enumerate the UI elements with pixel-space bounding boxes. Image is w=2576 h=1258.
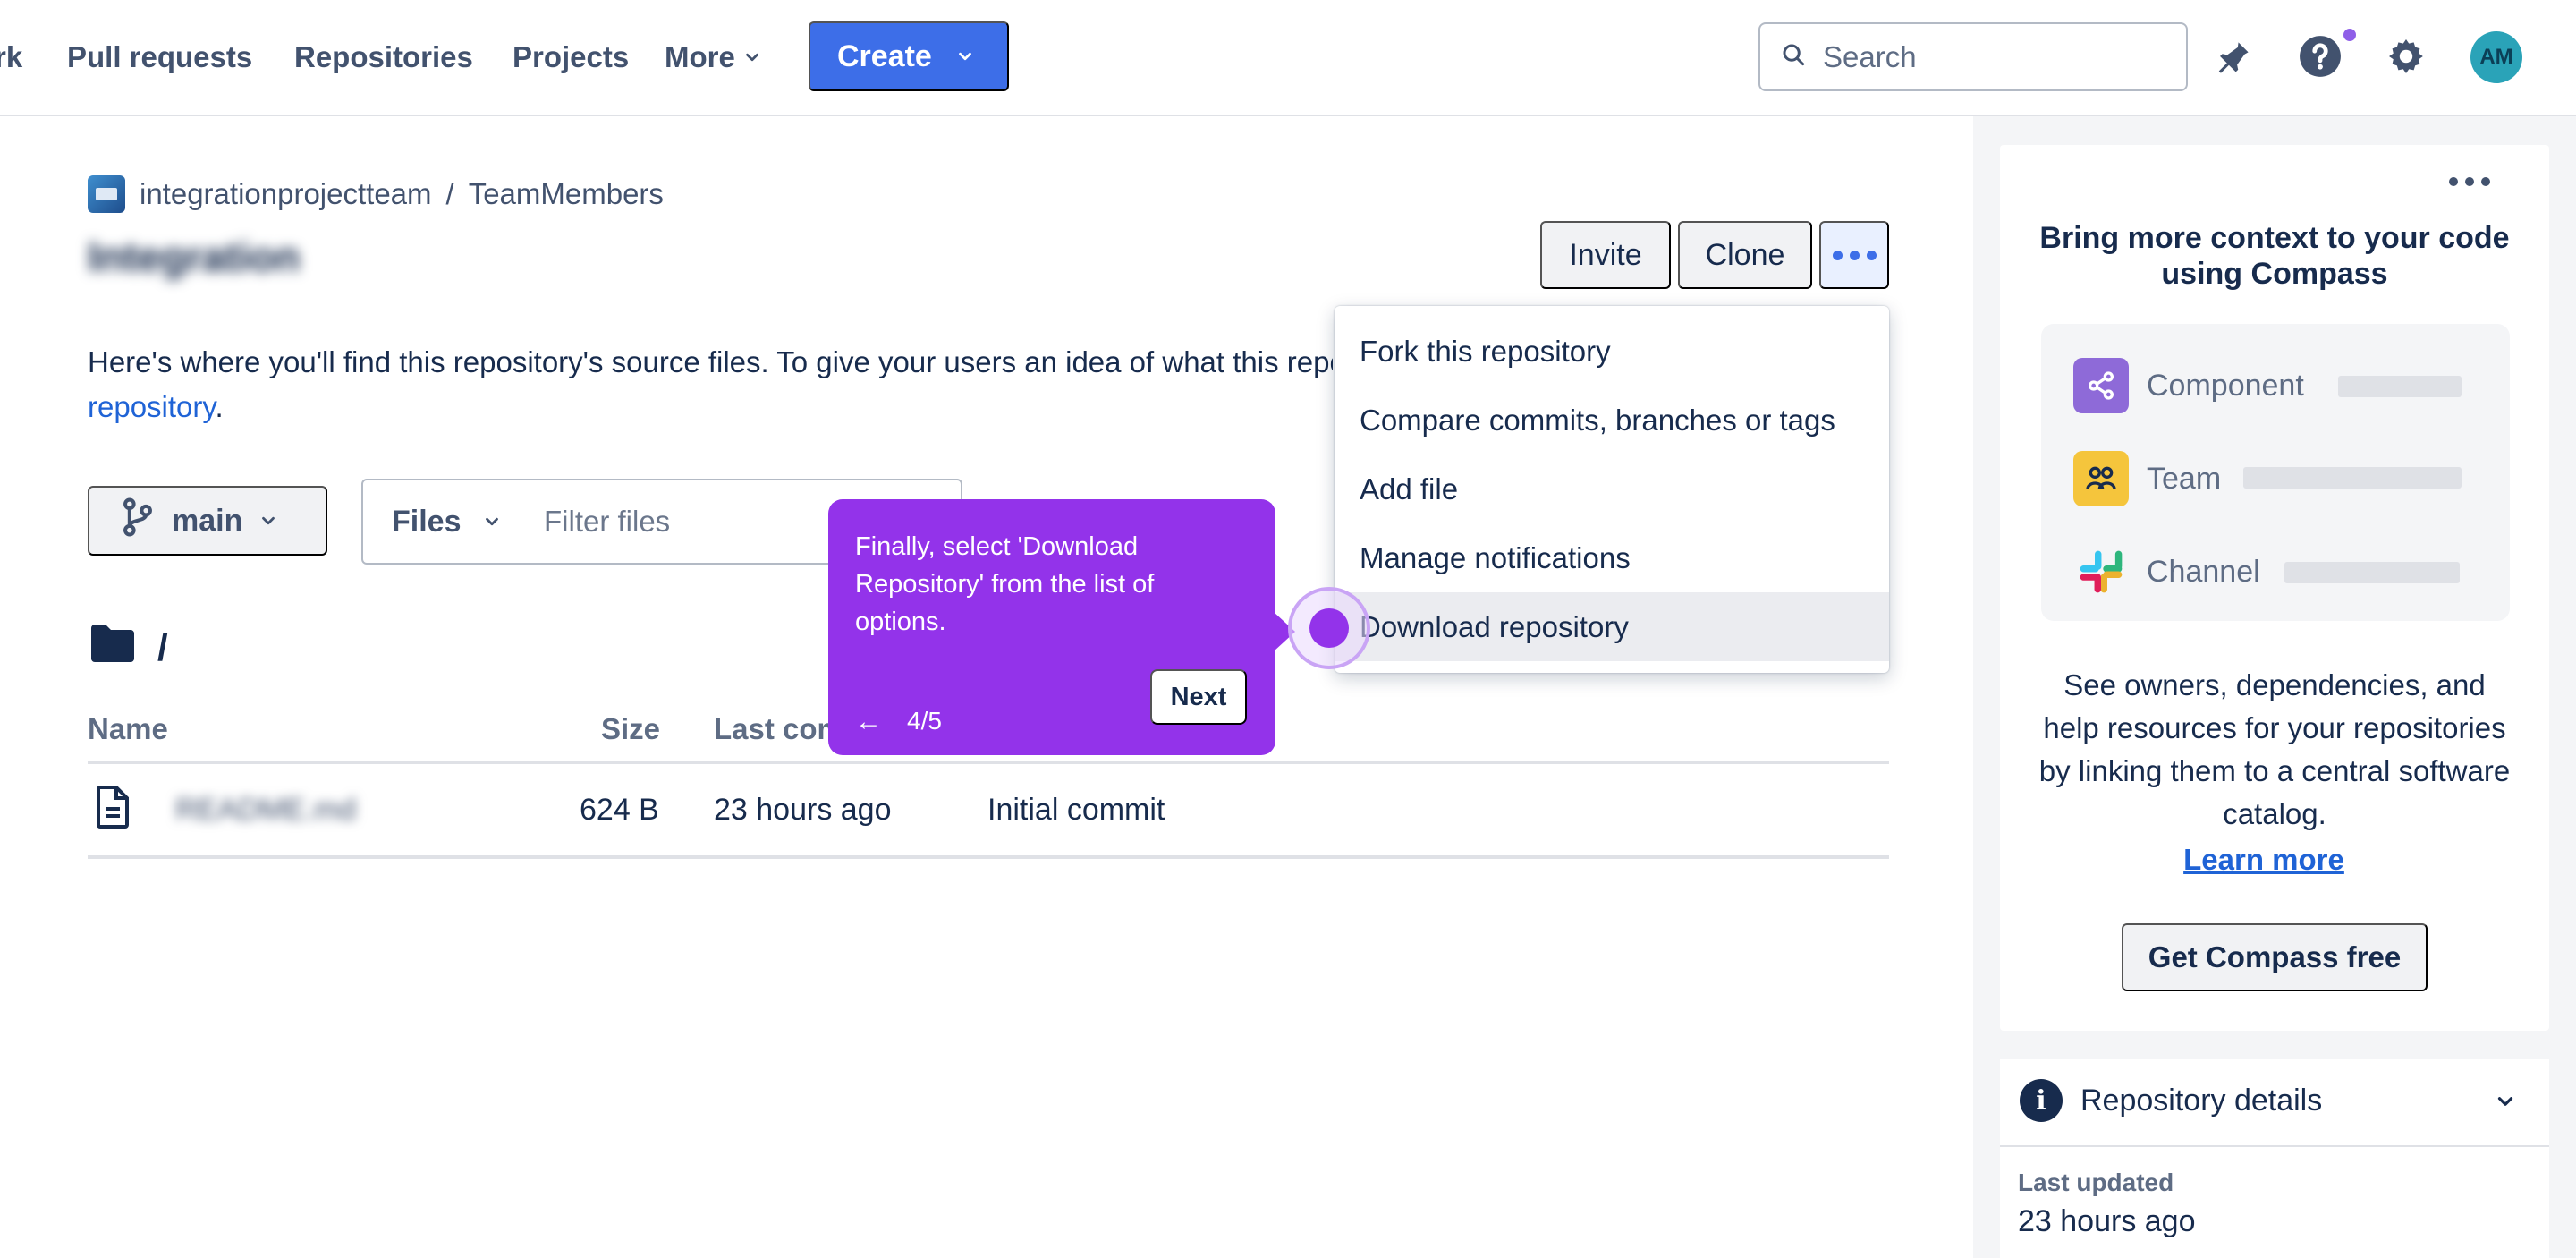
create-button-label: Create [837,38,932,73]
file-name[interactable]: README.md [175,793,356,828]
compass-component-row: Component [2073,358,2304,413]
top-navigation: rk Pull requests Repositories Projects M… [0,0,2576,116]
current-folder: / [89,623,168,673]
table-bottom-divider [88,855,1889,859]
compass-team-label: Team [2147,461,2222,496]
search-box[interactable] [1758,22,2188,91]
more-actions-menu: Fork this repository Compare commits, br… [1335,306,1889,673]
skeleton-bar [2243,467,2462,489]
tooltip-step-counter: 4/5 [907,707,942,735]
search-input[interactable] [1823,39,2163,74]
info-icon: i [2020,1079,2063,1122]
last-updated-label: Last updated [2018,1169,2174,1196]
folder-icon [89,623,136,673]
chevron-down-icon[interactable] [2494,1090,2517,1118]
breadcrumb: integrationprojectteam / TeamMembers [88,175,664,213]
more-dot-icon [1849,250,1860,260]
file-size: 624 B [580,793,659,827]
breadcrumb-workspace[interactable]: integrationprojectteam [140,177,432,211]
project-logo-icon [88,175,125,213]
nav-more-label: More [665,40,735,73]
more-dot-icon [1866,250,1877,260]
compass-card-more-button[interactable] [2449,177,2490,186]
team-icon [2073,451,2129,506]
clone-button[interactable]: Clone [1678,221,1812,289]
branch-icon [120,497,156,545]
files-type-label: Files [392,504,462,539]
slack-icon [2073,544,2129,599]
nav-item-your-work[interactable]: rk [0,36,22,79]
branch-selector[interactable]: main [88,486,327,556]
more-dot-icon [1832,250,1843,260]
column-header-size[interactable]: Size [601,712,660,746]
menu-item-manage-notifications[interactable]: Manage notifications [1335,523,1889,592]
compass-title: Bring more context to your code using Co… [2039,221,2510,291]
table-header-divider [88,761,1889,764]
repository-details-title: Repository details [2080,1083,2323,1118]
file-commit-time: 23 hours ago [714,793,892,827]
compass-team-row: Team [2073,451,2221,506]
more-actions-button[interactable] [1819,221,1889,289]
menu-item-compare[interactable]: Compare commits, branches or tags [1335,386,1889,455]
menu-item-fork[interactable]: Fork this repository [1335,317,1889,386]
chevron-down-icon [955,39,975,74]
compass-channel-label: Channel [2147,554,2260,589]
guide-tooltip: Finally, select 'Download Repository' fr… [828,499,1295,755]
skeleton-bar [2338,376,2462,397]
last-updated-value: 23 hours ago [2018,1204,2196,1238]
nav-item-more[interactable]: More [665,36,762,79]
column-header-name[interactable]: Name [88,712,168,746]
help-badge-dot [2342,27,2358,43]
repository-details-toggle[interactable]: i Repository details [2020,1079,2322,1122]
chevron-down-icon [742,36,762,79]
menu-item-download-repository[interactable]: Download repository [1335,592,1889,661]
tooltip-back-button[interactable]: ← [855,707,882,737]
column-header-last-commit[interactable]: Last commit [714,712,830,746]
tooltip-text: Finally, select 'Download Repository' fr… [855,532,1155,636]
chevron-down-icon [482,505,502,540]
get-compass-free-button[interactable]: Get Compass free [2122,923,2428,991]
hotspot-dot[interactable] [1309,608,1349,648]
files-type-select[interactable]: Files [363,505,544,540]
file-commit-message[interactable]: Initial commit [987,793,1165,828]
compass-learn-more-link[interactable]: Learn more [2000,843,2528,877]
notifications-icon[interactable] [2211,33,2258,80]
chevron-down-icon [258,504,278,539]
compass-description: See owners, dependencies, and help resou… [2038,668,2511,830]
search-icon [1780,41,1807,72]
page-title: Integration [88,234,301,280]
compass-component-label: Component [2147,368,2304,403]
compass-channel-row: Channel [2073,544,2260,599]
intro-text: Here's where you'll find this repository… [88,345,1333,378]
intro-tail: . [215,390,224,423]
nav-item-pull-requests[interactable]: Pull requests [67,36,252,79]
repo-intro: Here's where you'll find this repository… [88,340,1340,429]
skeleton-bar [2284,562,2460,583]
folder-path: / [157,626,168,668]
more-dot-icon [2449,177,2458,186]
branch-label: main [172,503,243,538]
menu-item-add-file[interactable]: Add file [1335,455,1889,523]
more-dot-icon [2481,177,2490,186]
component-icon [2073,358,2129,413]
nav-item-repositories[interactable]: Repositories [294,36,473,79]
breadcrumb-separator: / [445,177,454,210]
details-divider [2000,1145,2549,1147]
gear-icon[interactable] [2383,33,2429,80]
tooltip-next-button[interactable]: Next [1150,669,1247,725]
file-icon [95,786,131,837]
more-dot-icon [2465,177,2474,186]
invite-button[interactable]: Invite [1540,221,1671,289]
intro-link[interactable]: repository [88,390,215,423]
breadcrumb-project[interactable]: TeamMembers [469,177,664,211]
create-button[interactable]: Create [809,21,1009,91]
nav-item-projects[interactable]: Projects [513,36,629,79]
avatar[interactable]: AM [2470,31,2522,83]
help-icon[interactable] [2297,33,2343,80]
